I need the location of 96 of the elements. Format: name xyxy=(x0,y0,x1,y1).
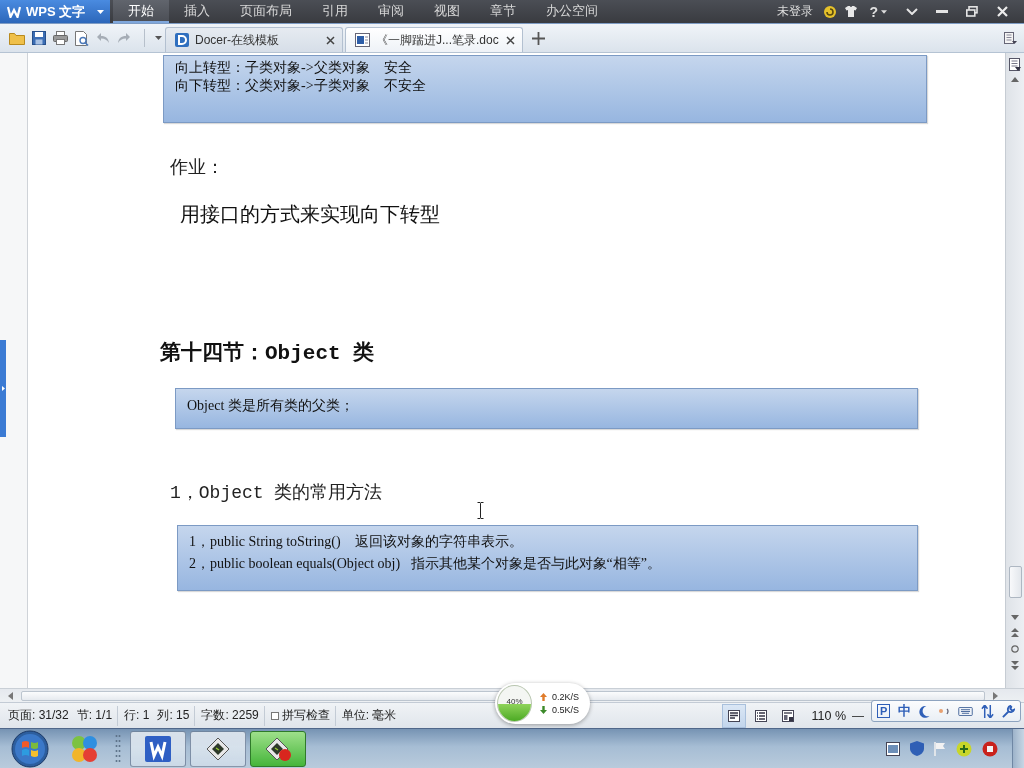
d-logo-icon xyxy=(175,33,189,47)
caret-icon xyxy=(881,9,887,14)
section-heading: 第十四节：Object 类 xyxy=(160,342,376,366)
punctuation-icon[interactable] xyxy=(938,707,951,715)
moon-icon[interactable] xyxy=(919,704,931,718)
minimize-icon xyxy=(936,10,948,13)
new-tab-icon[interactable] xyxy=(532,31,545,45)
document-tab[interactable]: 《一脚踹进J...笔录.doc xyxy=(345,27,523,52)
next-page-icon[interactable] xyxy=(1011,661,1019,670)
restore-icon xyxy=(966,6,978,17)
stop-disc-icon[interactable] xyxy=(982,740,998,757)
download-rate: 0.5K/S xyxy=(552,705,580,715)
status-field: 列: 15 xyxy=(157,707,190,724)
orb-icon xyxy=(11,729,49,768)
scroll-right-icon[interactable] xyxy=(993,691,998,700)
menu-tab[interactable]: 审阅 xyxy=(363,0,419,23)
status-field: 单位: 毫米 xyxy=(341,707,397,724)
page-icon[interactable] xyxy=(1009,58,1021,72)
status-field: 页面: 31/32 xyxy=(8,707,69,724)
save-icon[interactable] xyxy=(32,31,46,45)
menu-tab[interactable]: 视图 xyxy=(419,0,475,23)
menu-tab[interactable]: 开始 xyxy=(113,0,169,23)
download-arrow-icon xyxy=(540,706,547,714)
taskbar-app-button[interactable] xyxy=(250,730,306,767)
keyboard-icon[interactable] xyxy=(958,706,974,716)
window-icon[interactable] xyxy=(886,741,900,756)
menu-tab[interactable]: 插入 xyxy=(169,0,225,23)
taskbar-app-button[interactable] xyxy=(130,730,186,767)
checkbox-icon[interactable] xyxy=(270,711,279,720)
scroll-thumb[interactable] xyxy=(21,690,985,701)
box-text: Object 类是所有类的父类； xyxy=(187,397,355,415)
swirl-icon[interactable] xyxy=(824,5,837,18)
start-button[interactable] xyxy=(11,729,49,768)
status-field: 字数: 2259 xyxy=(201,707,259,724)
scroll-left-icon[interactable] xyxy=(8,691,13,700)
ime-mode-button[interactable]: 中 xyxy=(898,702,912,720)
document-icon xyxy=(355,33,370,47)
subheading: 作业： xyxy=(170,157,225,180)
print-preview-icon[interactable] xyxy=(75,30,89,46)
horizontal-scrollbar[interactable] xyxy=(0,688,1024,702)
document-list-icon[interactable] xyxy=(1004,31,1017,45)
print-icon[interactable] xyxy=(53,31,68,45)
monitor-record-icon xyxy=(264,735,292,762)
caret-icon[interactable] xyxy=(155,36,162,40)
monitor-tile-icon xyxy=(205,735,231,762)
zoom-out-button[interactable]: — xyxy=(852,708,864,723)
close-icon[interactable] xyxy=(326,35,335,45)
status-field: 节: 1/1 xyxy=(76,707,113,724)
chevron-down-icon xyxy=(906,8,918,15)
folder-icon[interactable] xyxy=(9,31,25,45)
caret-icon xyxy=(97,9,104,14)
login-link[interactable]: 未登录 xyxy=(777,3,814,20)
scroll-up-icon[interactable] xyxy=(1011,77,1019,82)
menu-tab[interactable]: 引用 xyxy=(307,0,363,23)
side-panel-handle[interactable] xyxy=(0,340,6,437)
menu-tab[interactable]: 办公空间 xyxy=(531,0,613,23)
taskbar-grip-icon[interactable] xyxy=(115,733,121,764)
box-text: 向下转型：父类对象->子类对象 不安全 xyxy=(175,77,427,95)
plus-disc-icon[interactable] xyxy=(956,740,972,757)
upload-rate: 0.2K/S xyxy=(552,692,580,702)
box-text: 1，public String toString() 返回该对象的字符串表示。 xyxy=(189,533,524,551)
scroll-down-icon[interactable] xyxy=(1011,615,1019,620)
subheading: 1，Object 类的常用方法 xyxy=(170,482,384,505)
zoom-level[interactable]: 110 % xyxy=(811,708,846,723)
page-view-icon xyxy=(728,709,741,722)
shield-icon[interactable] xyxy=(910,741,924,756)
close-icon xyxy=(996,6,1008,17)
spell-check-toggle[interactable]: 拼写检查 xyxy=(270,705,336,726)
box-text: 向上转型：子类对象->父类对象 安全 xyxy=(175,59,413,77)
transfer-arrows-icon[interactable] xyxy=(981,704,995,718)
body-text: 用接口的方式来实现向下转型 xyxy=(180,202,441,226)
meter-percent: 40% xyxy=(505,697,524,706)
outline-view-icon xyxy=(755,709,768,722)
previous-page-icon[interactable] xyxy=(1011,628,1019,637)
browse-object-icon[interactable] xyxy=(1011,645,1019,653)
web-view-icon xyxy=(782,709,795,722)
menu-tab[interactable]: 章节 xyxy=(475,0,531,23)
box-text: 2，public boolean equals(Object obj) 指示其他某个对象是否与此对象“相等”。 xyxy=(189,555,663,573)
app-menu-button[interactable]: WPS 文字 xyxy=(0,0,110,23)
ime-logo[interactable]: P xyxy=(877,704,891,718)
taskbar-app-button[interactable] xyxy=(190,730,246,767)
scroll-thumb[interactable] xyxy=(1008,566,1022,598)
w-logo-icon xyxy=(145,735,171,762)
text-cursor-icon xyxy=(477,502,484,519)
menu-tab[interactable]: 页面布局 xyxy=(225,0,307,23)
w-logo-icon xyxy=(7,5,21,18)
view-mode-button[interactable] xyxy=(722,703,747,728)
document-tab[interactable]: Docer-在线模板 xyxy=(165,27,343,52)
network-monitor-widget[interactable]: 40% 0.2K/S 0.5K/S xyxy=(495,683,590,724)
vertical-scrollbar[interactable] xyxy=(1005,53,1024,688)
close-icon[interactable] xyxy=(506,35,515,45)
upload-arrow-icon xyxy=(540,693,547,701)
help-button[interactable]: ? xyxy=(869,3,887,20)
status-field: 行: 1 xyxy=(124,707,150,724)
shirt-icon[interactable] xyxy=(845,6,858,17)
wrench-icon[interactable] xyxy=(1001,704,1015,718)
